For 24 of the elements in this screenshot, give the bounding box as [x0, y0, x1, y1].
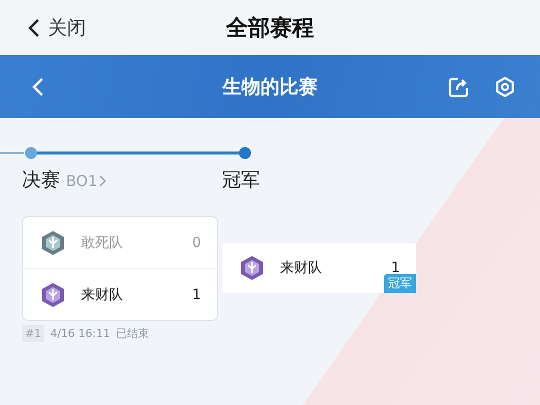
- team-score: 0: [192, 234, 201, 250]
- back-chevron-icon: [28, 18, 40, 38]
- close-button[interactable]: 关闭: [28, 14, 86, 40]
- match-status: 已结束: [116, 326, 150, 341]
- page-title: 全部赛程: [226, 14, 314, 42]
- banner-title: 生物的比赛: [222, 74, 318, 100]
- team-name: 来财队: [280, 259, 323, 277]
- match-card[interactable]: 敢死队 0 来财队 1: [22, 216, 218, 321]
- match-time: 4/16 16:11: [50, 327, 110, 340]
- share-icon[interactable]: [448, 76, 470, 98]
- stage-label: 决赛: [22, 168, 60, 193]
- team-name: 来财队: [81, 286, 124, 304]
- chevron-right-icon: [99, 175, 106, 187]
- stage-label: 冠军: [222, 168, 260, 193]
- team-score: 1: [391, 260, 400, 276]
- settings-icon[interactable]: [494, 76, 516, 98]
- champion-badge: 冠军: [384, 274, 416, 293]
- back-button[interactable]: [32, 76, 44, 96]
- team-emblem-icon: [41, 230, 65, 256]
- team-emblem-icon: [41, 282, 65, 308]
- team-emblem-icon: [240, 255, 264, 281]
- team-score: 1: [192, 286, 201, 302]
- match-number-tag: #1: [22, 325, 44, 342]
- team-name: 敢死队: [81, 234, 124, 252]
